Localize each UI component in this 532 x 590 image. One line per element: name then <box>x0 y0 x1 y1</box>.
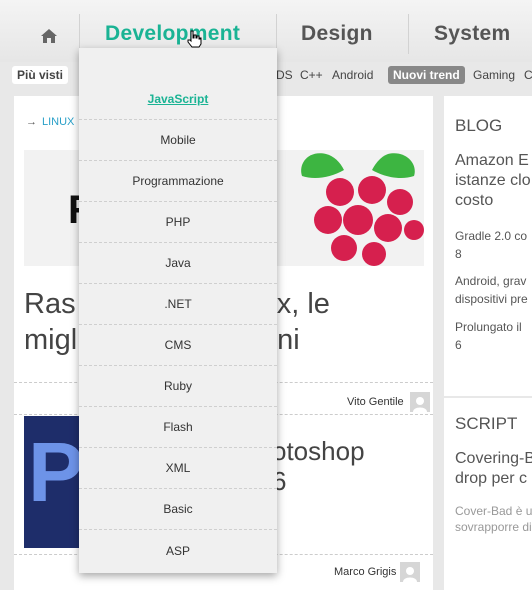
menu-item-java[interactable]: Java <box>79 243 277 284</box>
blog-item-text: costo <box>455 192 494 209</box>
tag-link[interactable]: Gaming <box>473 68 515 82</box>
blog-panel: BLOG Amazon E istanze clo costo Gradle 2… <box>444 96 532 396</box>
menu-item-dotnet[interactable]: .NET <box>79 284 277 325</box>
title-fragment: migl <box>24 324 78 356</box>
category-label: LINUX <box>42 116 75 128</box>
blog-item-text: Android, grav <box>455 274 527 288</box>
blog-heading: BLOG <box>455 116 503 135</box>
script-item-text: Cover-Bad è u <box>455 504 532 518</box>
menu-item-programmazione[interactable]: Programmazione <box>79 161 277 202</box>
menu-item-javascript[interactable]: JavaScript <box>79 79 277 120</box>
photoshop-logo-icon: P <box>28 425 85 519</box>
most-viewed-label: Più visti <box>12 66 69 84</box>
new-trends-label: Nuovi trend <box>388 66 465 84</box>
blog-item-text: Gradle 2.0 co <box>455 229 528 243</box>
script-item-text: sovrapporre di <box>455 520 532 534</box>
author-name[interactable]: Marco Grigis <box>334 566 396 578</box>
user-icon <box>413 397 427 412</box>
menu-item-ruby[interactable]: Ruby <box>79 366 277 407</box>
avatar <box>400 562 420 582</box>
title-fragment: ni <box>277 324 300 356</box>
blog-item-text: Amazon E <box>455 152 529 169</box>
tag-link[interactable]: C <box>524 68 532 82</box>
menu-item-php[interactable]: PHP <box>79 202 277 243</box>
script-heading: SCRIPT <box>455 414 518 433</box>
arrow-right-icon: → <box>26 116 37 128</box>
title-fragment: Ras <box>24 288 76 320</box>
tag-link[interactable]: C++ <box>300 68 323 82</box>
menu-item-cms[interactable]: CMS <box>79 325 277 366</box>
blog-item-text: 6 <box>455 338 462 352</box>
hand-cursor-icon <box>187 30 202 48</box>
blog-item-text: Prolungato il <box>455 320 522 334</box>
title-fragment: otoshop <box>272 436 365 466</box>
home-button[interactable] <box>20 18 78 54</box>
article-title[interactable]: otoshop 6 <box>272 436 365 496</box>
script-panel: SCRIPT Covering-B drop per c Cover-Bad è… <box>444 398 532 590</box>
script-item-text: drop per c <box>455 470 528 487</box>
author-name[interactable]: Vito Gentile <box>347 396 404 408</box>
menu-item-asp[interactable]: ASP <box>79 530 277 571</box>
development-dropdown-menu: JavaScript Mobile Programmazione PHP Jav… <box>79 48 277 573</box>
menu-item-xml[interactable]: XML <box>79 448 277 489</box>
nav-item-development[interactable]: Development <box>105 22 240 46</box>
blog-item-text: dispositivi pre <box>455 292 528 306</box>
menu-item-flash[interactable]: Flash <box>79 407 277 448</box>
tag-link[interactable]: Android <box>332 68 373 82</box>
nav-separator <box>408 14 409 54</box>
user-icon <box>403 567 417 582</box>
menu-item-mobile[interactable]: Mobile <box>79 120 277 161</box>
category-link[interactable]: → LINUX <box>26 116 74 128</box>
raspberry-logo-icon <box>301 153 424 266</box>
avatar <box>410 392 430 412</box>
menu-item-basic[interactable]: Basic <box>79 489 277 530</box>
home-icon <box>41 29 57 43</box>
nav-item-design[interactable]: Design <box>301 22 373 46</box>
tag-link[interactable]: DS <box>276 68 293 82</box>
blog-item-text: istanze clo <box>455 172 531 189</box>
blog-item-text: 8 <box>455 247 462 261</box>
title-fragment: 6 <box>272 466 287 496</box>
nav-item-system[interactable]: System <box>434 22 511 46</box>
script-item-text: Covering-B <box>455 450 532 467</box>
